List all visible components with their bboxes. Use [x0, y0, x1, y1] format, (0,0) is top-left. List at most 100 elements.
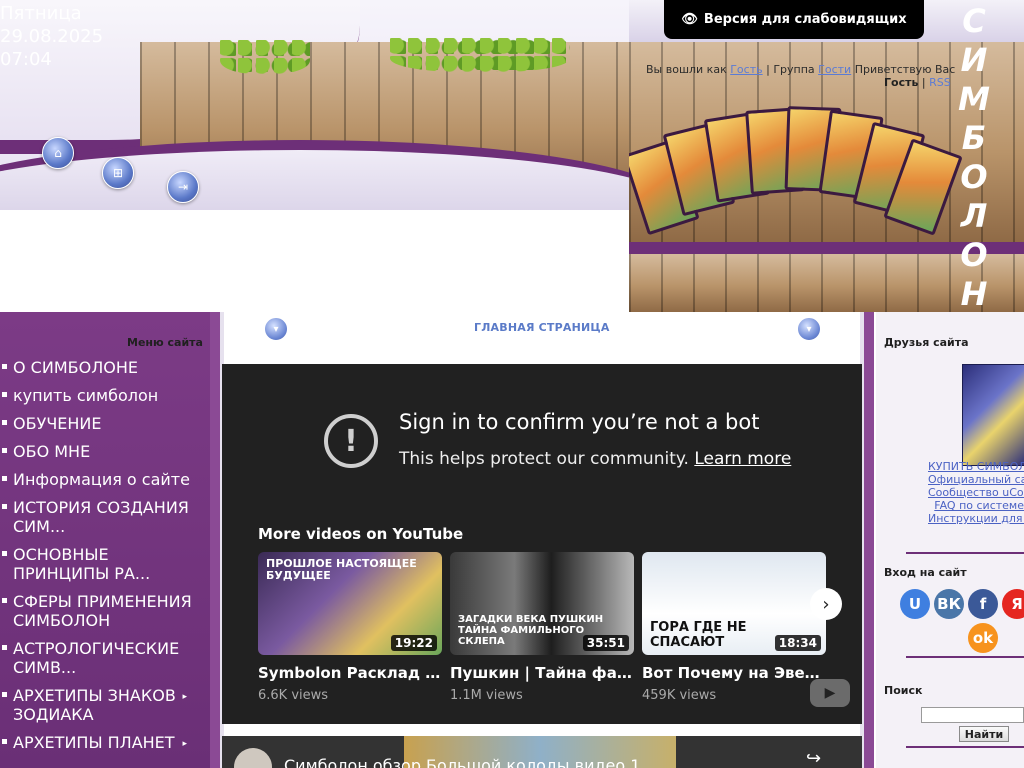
chevron-down-icon[interactable]: ▾ [797, 317, 821, 341]
site-logo[interactable]: СИМБОЛОН [954, 2, 994, 314]
more-videos-title: More videos on YouTube [258, 525, 464, 543]
login-title: Вход на сайт [884, 566, 967, 579]
sidebar-item[interactable]: СФЕРЫ ПРИМЕНЕНИЯ СИМБОЛОН [0, 592, 200, 630]
sidebar-item[interactable]: ОСНОВНЫЕ ПРИНЦИПЫ РА... [0, 545, 200, 583]
video-thumbnail[interactable]: ГОРА ГДЕ НЕ СПАСАЮТ 18:34 [642, 552, 826, 655]
page-title-bar: ▾ ГЛАВНАЯ СТРАНИЦА ▾ [264, 316, 821, 344]
sidebar-item[interactable]: АРХЕТИПЫ ЗНАКОВ ЗОДИАКА ▸ [0, 686, 200, 724]
left-sidebar: Меню сайта О СИМБОЛОНЕ купить симболон ОБУ… [0, 312, 210, 768]
accessibility-version-button[interactable]: 👁 Версия для слабовидящих [664, 0, 924, 39]
friend-link[interactable]: Официальный сайт [928, 473, 1024, 486]
sidebar-item-label: Информация о сайте [13, 470, 190, 489]
yandex-icon[interactable]: Я [1002, 589, 1024, 619]
share-icon[interactable]: ↪ [806, 748, 821, 768]
site-header: Пятница 29.08.2025 07:04 ⌂ ⊞ ⇥ 👁 Версия … [0, 0, 1024, 314]
group-label: Группа [773, 63, 815, 76]
weekday: Пятница [0, 3, 82, 24]
search-button[interactable]: Найти [959, 726, 1009, 742]
guest-line: Гость | RSS [884, 76, 951, 89]
video-thumbnail[interactable]: ЗАГАДКИ ВЕКА ПУШКИН ТАЙНА ФАМИЛЬНОГО СКЛ… [450, 552, 634, 655]
welcome-line: Вы вошли как Гость | Группа Гости Привет… [646, 63, 956, 76]
logo-letter: Б [961, 119, 987, 157]
logo-letter: О [960, 158, 988, 196]
facebook-icon[interactable]: f [968, 589, 998, 619]
logo-letter: О [960, 236, 988, 274]
rss-link[interactable]: RSS [929, 76, 951, 89]
chevron-down-icon[interactable]: ▾ [264, 317, 288, 341]
video-title[interactable]: Пушкин | Тайна фамил… [450, 664, 634, 682]
logo-letter: И [960, 41, 988, 79]
youtube-embed[interactable]: ! Sign in to confirm you’re not a bot Th… [222, 364, 862, 724]
accessibility-label: Версия для слабовидящих [703, 12, 907, 27]
video-duration: 35:51 [582, 635, 629, 651]
video-card[interactable]: ГОРА ГДЕ НЕ СПАСАЮТ 18:34 Вот Почему на … [642, 552, 826, 703]
video-views: 1.1M views [450, 688, 523, 703]
sidebar-item-label: ОБО МНЕ [13, 442, 91, 461]
sidebar-item-label: ОБУЧЕНИЕ [13, 414, 102, 433]
site-menu: О СИМБОЛОНЕ купить симболон ОБУЧЕНИЕ ОБО МН… [0, 358, 200, 761]
sidebar-item[interactable]: ОБУЧЕНИЕ [0, 414, 200, 433]
logo-letter: С [962, 2, 986, 40]
sidebar-item[interactable]: АРХЕТИПЫ ПЛАНЕТ ▸ [0, 733, 200, 752]
video-title[interactable]: Вот Почему на Эверес… [642, 664, 826, 682]
protect-label: This helps protect our community. [399, 449, 689, 469]
date: 29.08.2025 [0, 26, 104, 47]
youtube-logo-icon[interactable]: ▶ [810, 679, 850, 707]
protect-text: This helps protect our community. Learn … [399, 449, 791, 469]
next-arrow-icon[interactable]: › [810, 588, 842, 620]
home-icon[interactable]: ⌂ [42, 137, 74, 169]
sidebar-item-label: АРХЕТИПЫ ПЛАНЕТ [13, 733, 175, 752]
submenu-arrow-icon: ▸ [182, 692, 187, 702]
sidebar-item-label: купить симболон [13, 386, 159, 405]
register-icon[interactable]: ⊞ [102, 157, 134, 189]
separator: | [921, 76, 926, 89]
video-title[interactable]: Symbolon Расклад Что… [258, 664, 442, 682]
sidebar-item[interactable]: ОБО МНЕ [0, 442, 200, 461]
video-views: 459K views [642, 688, 717, 703]
sidebar-item-label: ОСНОВНЫЕ ПРИНЦИПЫ РА... [13, 545, 151, 583]
sidebar-item[interactable]: ИСТОРИЯ СОЗДАНИЯ СИМ... [0, 498, 200, 536]
login-icon[interactable]: ⇥ [167, 171, 199, 203]
video-thumbnail[interactable]: ПРОШЛОЕ НАСТОЯЩЕЕ БУДУЩЕЕ 19:22 [258, 552, 442, 655]
video-card[interactable]: ЗАГАДКИ ВЕКА ПУШКИН ТАЙНА ФАМИЛЬНОГО СКЛ… [450, 552, 634, 703]
learn-more-link[interactable]: Learn more [694, 449, 791, 469]
ucoz-icon[interactable]: U [900, 589, 930, 619]
channel-avatar[interactable] [234, 748, 272, 768]
sidebar-item[interactable]: АСТРОЛОГИЧЕСКИЕ СИМВ... [0, 639, 200, 677]
group-link[interactable]: Гости [818, 63, 851, 76]
menu-title: Меню сайта [127, 336, 203, 349]
welcome-prefix: Вы вошли как [646, 63, 727, 76]
friend-link[interactable]: FAQ по системе [928, 499, 1024, 512]
logo-letter: М [958, 80, 990, 118]
ivy-decoration [220, 40, 310, 74]
date-time: Пятница 29.08.2025 07:04 [0, 2, 103, 71]
divider [906, 656, 1024, 658]
video-title[interactable]: Симболон обзор Большой колоды видео 1 [284, 756, 640, 768]
friend-link[interactable]: Инструкции для uCoz [928, 512, 1024, 525]
signin-title: Sign in to confirm you’re not a bot [399, 410, 760, 434]
sidebar-item[interactable]: купить симболон [0, 386, 200, 405]
submenu-arrow-icon: ▸ [182, 739, 187, 749]
logo-letter: Л [960, 197, 988, 235]
sidebar-item-label: СФЕРЫ ПРИМЕНЕНИЯ СИМБОЛОН [13, 592, 192, 630]
user-link[interactable]: Гость [730, 63, 762, 76]
sidebar-item[interactable]: Информация о сайте [0, 470, 200, 489]
friend-link[interactable]: Сообщество uCoz [928, 486, 1024, 499]
sidebar-item-label: ИСТОРИЯ СОЗДАНИЯ СИМ... [13, 498, 189, 536]
youtube-embed-2[interactable]: Симболон обзор Большой колоды видео 1 ↪ [222, 736, 862, 768]
alert-icon: ! [324, 414, 378, 468]
sidebar-item-label: О СИМБОЛОНЕ [13, 358, 138, 377]
friends-title: Друзья сайта [884, 336, 969, 349]
eye-icon: 👁 [681, 12, 698, 27]
search-input[interactable] [921, 707, 1024, 723]
symbolon-box-image[interactable] [962, 364, 1024, 466]
friend-link[interactable]: КУПИТЬ СИМБОЛОН [928, 460, 1024, 473]
sidebar-item[interactable]: О СИМБОЛОНЕ [0, 358, 200, 377]
sidebar-item-label: АРХЕТИПЫ ЗНАКОВ ЗОДИАКА [13, 686, 176, 724]
video-card[interactable]: ПРОШЛОЕ НАСТОЯЩЕЕ БУДУЩЕЕ 19:22 Symbolon… [258, 552, 442, 703]
odnoklassniki-icon[interactable]: ok [968, 623, 998, 653]
vk-icon[interactable]: ВК [934, 589, 964, 619]
ivy-decoration [390, 38, 570, 72]
time: 07:04 [0, 49, 52, 70]
page-title: ГЛАВНАЯ СТРАНИЦА [474, 321, 610, 334]
